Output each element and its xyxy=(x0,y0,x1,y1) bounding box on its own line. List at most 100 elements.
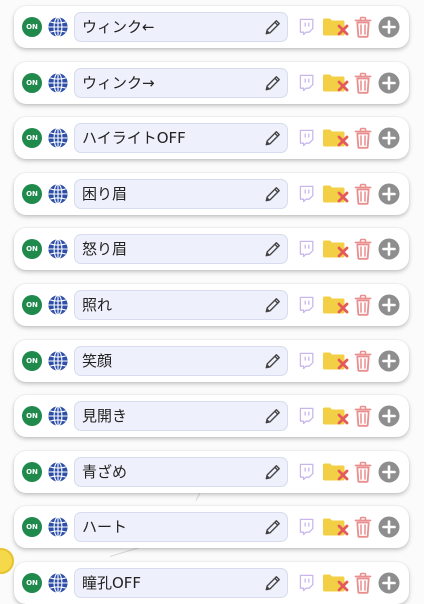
twitch-icon[interactable] xyxy=(298,574,314,592)
plus-icon[interactable] xyxy=(378,516,400,538)
globe-icon[interactable] xyxy=(47,72,69,94)
globe-icon[interactable] xyxy=(47,238,69,260)
folder-delete-icon[interactable] xyxy=(322,462,350,482)
trash-icon[interactable] xyxy=(354,183,372,205)
trash-icon[interactable] xyxy=(354,16,372,38)
twitch-icon[interactable] xyxy=(298,185,314,203)
pencil-icon[interactable] xyxy=(264,240,282,258)
on-toggle-button[interactable]: ON xyxy=(22,72,42,93)
plus-icon[interactable] xyxy=(378,238,400,260)
globe-icon[interactable] xyxy=(47,572,69,594)
folder-delete-icon[interactable] xyxy=(322,17,350,37)
twitch-icon[interactable] xyxy=(298,74,314,92)
name-field[interactable]: 青ざめ xyxy=(74,456,288,487)
twitch-icon[interactable] xyxy=(298,518,314,536)
trash-icon[interactable] xyxy=(354,294,372,316)
on-toggle-button[interactable]: ON xyxy=(22,239,42,260)
on-toggle-button[interactable]: ON xyxy=(22,517,42,538)
plus-icon[interactable] xyxy=(378,350,400,372)
pencil-icon[interactable] xyxy=(264,296,282,314)
twitch-icon[interactable] xyxy=(298,129,314,147)
pencil-icon[interactable] xyxy=(264,574,282,592)
on-toggle-button[interactable]: ON xyxy=(22,350,42,371)
on-toggle-button[interactable]: ON xyxy=(22,406,42,427)
plus-icon[interactable] xyxy=(378,183,400,205)
globe-icon[interactable] xyxy=(47,16,69,38)
trash-icon[interactable] xyxy=(354,516,372,539)
globe-icon[interactable] xyxy=(47,516,69,538)
folder-delete-icon[interactable] xyxy=(322,517,350,537)
plus-icon[interactable] xyxy=(378,16,400,38)
trash-icon[interactable] xyxy=(354,127,372,149)
pencil-icon[interactable] xyxy=(264,74,282,92)
folder-delete-icon[interactable] xyxy=(322,295,350,315)
name-field[interactable]: 照れ xyxy=(74,290,288,320)
item-name: 怒り眉 xyxy=(82,240,128,259)
name-field[interactable]: 瞳孔OFF xyxy=(74,568,288,598)
pencil-icon[interactable] xyxy=(264,129,282,147)
name-field[interactable]: ハート xyxy=(74,512,288,543)
folder-delete-icon[interactable] xyxy=(322,73,350,93)
item-name: ハート xyxy=(82,518,128,537)
list-item: ON 笑顔 xyxy=(14,339,409,382)
item-name: 瞳孔OFF xyxy=(82,574,142,592)
folder-delete-icon[interactable] xyxy=(322,406,350,426)
plus-icon[interactable] xyxy=(378,405,400,427)
trash-icon[interactable] xyxy=(354,461,372,483)
trash-icon[interactable] xyxy=(354,238,372,261)
globe-icon[interactable] xyxy=(47,461,69,483)
trash-icon[interactable] xyxy=(354,405,372,427)
pencil-icon[interactable] xyxy=(264,185,282,203)
name-field[interactable]: ハイライトOFF xyxy=(74,123,288,154)
name-field[interactable]: 笑顔 xyxy=(74,345,288,376)
pencil-icon[interactable] xyxy=(264,518,282,536)
on-toggle-button[interactable]: ON xyxy=(22,128,42,149)
pencil-icon[interactable] xyxy=(264,463,282,481)
on-toggle-button[interactable]: ON xyxy=(22,17,42,37)
folder-delete-icon[interactable] xyxy=(322,184,350,204)
list-item: ON 怒り眉 xyxy=(14,228,409,271)
item-name: ウィンク← xyxy=(82,18,155,36)
name-field[interactable]: ウィンク→ xyxy=(74,67,288,98)
twitch-icon[interactable] xyxy=(298,463,314,481)
globe-icon[interactable] xyxy=(47,127,69,149)
plus-icon[interactable] xyxy=(378,461,400,483)
globe-icon[interactable] xyxy=(47,294,69,316)
on-label: ON xyxy=(26,579,38,587)
twitch-icon[interactable] xyxy=(298,18,314,36)
pencil-icon[interactable] xyxy=(264,352,282,370)
folder-delete-icon[interactable] xyxy=(322,573,350,593)
folder-delete-icon[interactable] xyxy=(322,239,350,259)
on-toggle-button[interactable]: ON xyxy=(22,573,42,593)
trash-icon[interactable] xyxy=(354,572,372,594)
name-field[interactable]: ウィンク← xyxy=(74,12,288,42)
twitch-icon[interactable] xyxy=(298,296,314,314)
on-toggle-button[interactable]: ON xyxy=(22,183,42,204)
plus-icon[interactable] xyxy=(378,294,400,316)
plus-icon[interactable] xyxy=(378,572,400,594)
plus-icon[interactable] xyxy=(378,72,400,94)
plus-icon[interactable] xyxy=(378,127,400,149)
item-name: 照れ xyxy=(82,296,113,314)
globe-icon[interactable] xyxy=(47,350,69,372)
globe-icon[interactable] xyxy=(47,405,69,427)
background-badge xyxy=(0,548,14,574)
on-toggle-button[interactable]: ON xyxy=(22,461,42,482)
trash-icon[interactable] xyxy=(354,72,372,94)
name-field[interactable]: 困り眉 xyxy=(74,178,288,209)
twitch-icon[interactable] xyxy=(298,240,314,258)
trash-icon[interactable] xyxy=(354,350,372,372)
item-name: 見開き xyxy=(82,407,128,426)
twitch-icon[interactable] xyxy=(298,407,314,425)
twitch-icon[interactable] xyxy=(298,352,314,370)
pencil-icon[interactable] xyxy=(264,18,282,36)
pencil-icon[interactable] xyxy=(264,407,282,425)
on-label: ON xyxy=(26,301,38,309)
name-field[interactable]: 怒り眉 xyxy=(74,234,288,265)
on-toggle-button[interactable]: ON xyxy=(22,295,42,315)
globe-icon[interactable] xyxy=(47,183,69,205)
folder-delete-icon[interactable] xyxy=(322,351,350,371)
on-label: ON xyxy=(26,356,38,365)
name-field[interactable]: 見開き xyxy=(74,401,288,432)
folder-delete-icon[interactable] xyxy=(322,128,350,148)
